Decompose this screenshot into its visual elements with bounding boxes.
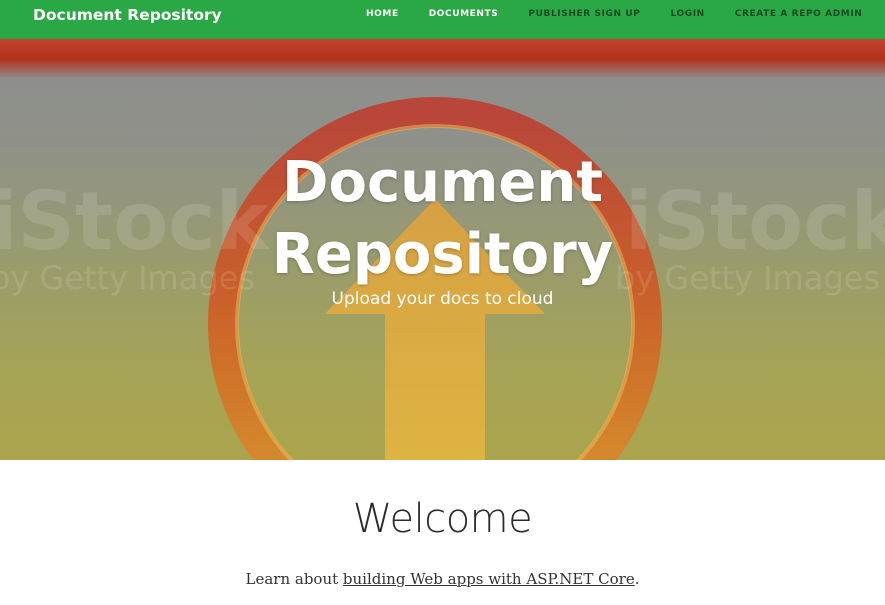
nav-links: HOME DOCUMENTS PUBLISHER SIGN UP LOGIN C… — [366, 9, 862, 19]
nav-documents[interactable]: DOCUMENTS — [429, 9, 499, 19]
nav-create-repo-admin[interactable]: CREATE A REPO ADMIN — [735, 9, 863, 19]
aspnet-core-link[interactable]: building Web apps with ASP.NET Core — [343, 570, 635, 588]
top-navbar: Document Repository HOME DOCUMENTS PUBLI… — [0, 0, 885, 39]
nav-home[interactable]: HOME — [366, 9, 399, 19]
hero-title: Document Repository — [0, 147, 885, 291]
hero-subtitle: Upload your docs to cloud — [331, 289, 554, 309]
hero-title-line2: Repository — [271, 222, 614, 287]
brand-link[interactable]: Document Repository — [33, 6, 222, 24]
learn-prefix: Learn about — [245, 570, 343, 588]
welcome-heading: Welcome — [352, 496, 533, 542]
learn-paragraph: Learn about building Web apps with ASP.N… — [0, 570, 885, 588]
learn-suffix: . — [634, 570, 640, 588]
nav-login[interactable]: LOGIN — [670, 9, 704, 19]
nav-publisher-sign-up[interactable]: PUBLISHER SIGN UP — [528, 9, 640, 19]
hero-banner: iStock iStock by Getty Images by Getty I… — [0, 39, 885, 460]
hero-title-line1: Document — [282, 150, 603, 215]
